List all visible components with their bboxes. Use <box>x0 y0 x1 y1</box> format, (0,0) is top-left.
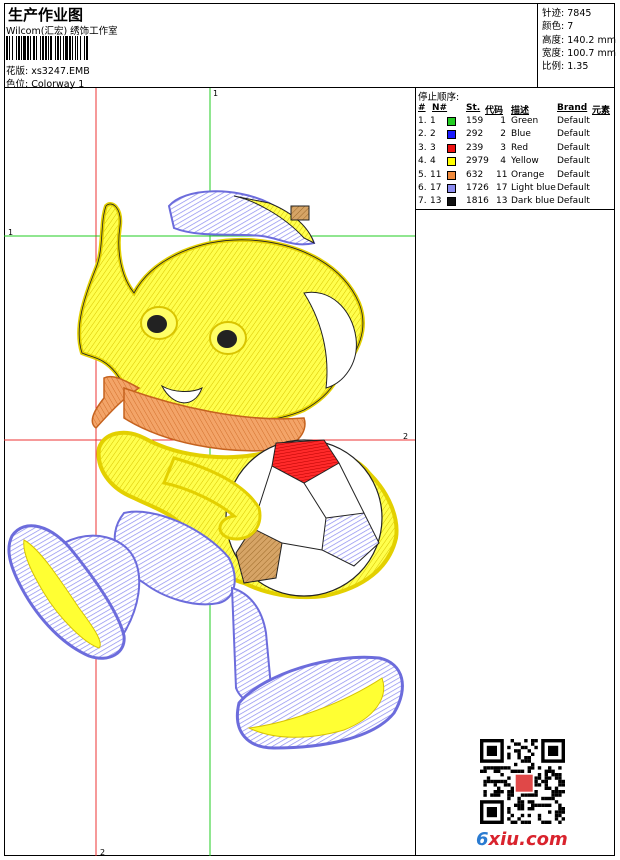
table-row[interactable]: 1. 1 159 1 Green Default <box>418 116 613 128</box>
left-pupil <box>147 315 167 333</box>
cell-n: 13 <box>430 196 442 207</box>
cell-index: 5. <box>418 169 427 180</box>
cell-description: Dark blue <box>511 196 555 207</box>
cell-code: 1 <box>500 116 506 126</box>
color-swatch <box>447 184 456 193</box>
color-swatch <box>447 130 456 140</box>
cell-index: 4. <box>418 156 427 167</box>
stat-scale: 比例: 1.35 <box>542 61 589 72</box>
cell-description: Light blue <box>511 183 556 193</box>
cell-code: 17 <box>496 183 508 193</box>
stop-sequence-title: 停止顺序: <box>418 92 460 103</box>
cell-stitches: 1816 <box>466 196 489 207</box>
cell-description: Orange <box>511 169 545 180</box>
studio-name: Wilcom(汇宏) 绣饰工作室 <box>6 26 118 37</box>
cell-brand: Default <box>557 129 590 140</box>
cap-button <box>290 205 310 221</box>
watermark-brand: 6xiu.com <box>476 829 568 850</box>
cell-brand: Default <box>557 169 590 180</box>
design-canvas[interactable] <box>4 88 416 856</box>
col-header-element: 元素 <box>592 106 611 116</box>
cell-code: 4 <box>500 156 506 167</box>
cell-description: Blue <box>511 129 531 140</box>
panel-divider <box>416 209 615 210</box>
cell-code: 2 <box>500 129 506 140</box>
cell-description: Yellow <box>511 156 539 167</box>
cell-brand: Default <box>557 116 590 126</box>
stat-colors: 颜色: 7 <box>542 21 574 32</box>
cell-stitches: 632 <box>466 169 484 180</box>
table-row[interactable]: 7. 13 1816 13 Dark blue Default <box>418 196 613 208</box>
cell-stitches: 239 <box>466 142 484 153</box>
color-swatch <box>447 143 456 153</box>
right-pupil <box>217 330 237 348</box>
cell-code: 13 <box>496 196 508 207</box>
cell-index: 7. <box>418 196 427 207</box>
col-header-brand: Brand <box>557 103 588 113</box>
col-header-stitches: St. <box>466 103 481 113</box>
table-row[interactable]: 5. 11 632 11 Orange Default <box>418 170 613 182</box>
cell-index: 1. <box>418 116 427 126</box>
cell-description: Red <box>511 142 529 153</box>
cell-n: 4 <box>430 156 436 167</box>
cell-n: 17 <box>430 183 442 193</box>
cell-brand: Default <box>557 142 590 153</box>
guide-marker-left-1: 1 <box>8 228 14 237</box>
color-swatch <box>447 197 456 207</box>
stat-height: 高度: 140.2 mm <box>542 35 616 46</box>
table-row[interactable]: 3. 3 239 3 Red Default <box>418 143 613 155</box>
col-header-n: N# <box>432 103 448 113</box>
stat-width: 宽度: 100.7 mm <box>542 48 616 59</box>
cell-code: 3 <box>500 142 506 153</box>
cell-brand: Default <box>557 156 590 167</box>
col-header-description: 描述 <box>511 106 530 116</box>
cell-n: 1 <box>430 116 436 126</box>
color-swatch <box>447 170 456 180</box>
cell-n: 11 <box>430 169 442 180</box>
design-file: 花版: xs3247.EMB <box>6 63 90 77</box>
col-header-code: 代码 <box>485 106 504 116</box>
brand-rest: xiu.com <box>488 829 568 850</box>
cell-stitches: 2979 <box>466 156 489 167</box>
table-row[interactable]: 2. 2 292 2 Blue Default <box>418 129 613 141</box>
cell-n: 3 <box>430 142 436 153</box>
cell-index: 3. <box>418 142 427 153</box>
page-title: 生产作业图 <box>8 6 84 24</box>
guide-marker-bottom-2: 2 <box>100 848 106 857</box>
table-row[interactable]: 4. 4 2979 4 Yellow Default <box>418 156 613 168</box>
cell-brand: Default <box>557 183 590 193</box>
brand-prefix: 6 <box>476 829 489 850</box>
col-header-index: # <box>418 103 426 113</box>
cell-brand: Default <box>557 196 590 207</box>
cell-code: 11 <box>496 169 508 180</box>
cell-stitches: 292 <box>466 129 484 140</box>
color-swatch <box>447 117 456 126</box>
barcode <box>6 36 134 60</box>
color-swatch <box>447 157 456 167</box>
guide-marker-right-2: 2 <box>403 432 409 441</box>
cell-index: 2. <box>418 129 427 140</box>
cell-n: 2 <box>430 129 436 140</box>
table-row[interactable]: 6. 17 1726 17 Light blue Default <box>418 183 613 195</box>
stat-stitches: 针迹: 7845 <box>542 8 592 19</box>
cell-stitches: 1726 <box>466 183 489 193</box>
cell-stitches: 159 <box>466 116 484 126</box>
guide-marker-top-1: 1 <box>213 89 219 98</box>
embroidery-preview <box>4 88 415 856</box>
qr-code-icon <box>480 739 565 824</box>
cell-index: 6. <box>418 183 427 193</box>
cell-description: Green <box>511 116 539 126</box>
